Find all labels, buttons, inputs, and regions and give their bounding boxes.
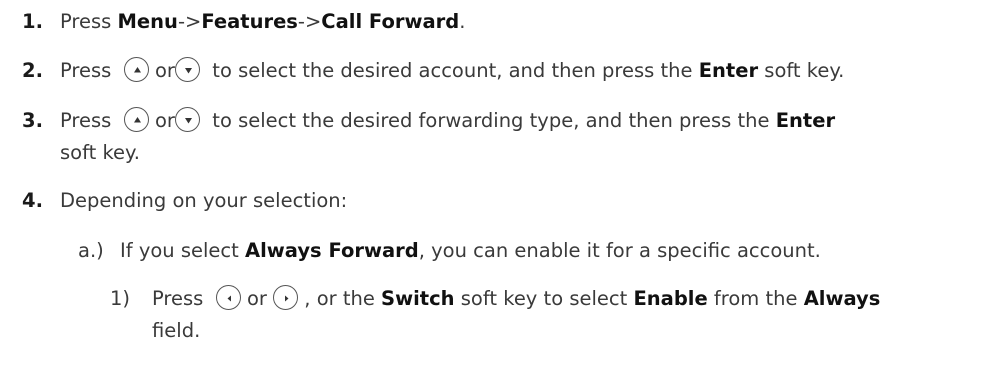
or-text: or [154, 109, 175, 132]
sub-1-label: 1) [110, 287, 131, 310]
step-3-mid: to select the desired forwarding type, a… [212, 109, 776, 132]
always-forward-label: Always Forward [244, 239, 419, 262]
sub-a-end: , you can enable it for a specific accou… [418, 239, 821, 262]
step-2-text: Press or to select the desired account, … [60, 57, 844, 85]
step-4-text: Depending on your selection: [60, 189, 348, 212]
sub-1-mid: , or the [304, 287, 382, 310]
sub-1-text: Press or , or the Switch soft key to sel… [152, 285, 880, 313]
or-text: or [246, 287, 267, 310]
call-forward-label: Call Forward [321, 10, 460, 33]
left-key-icon [215, 285, 241, 310]
step-3-pre: Press [60, 109, 112, 132]
step-3-continuation: soft key. [60, 141, 141, 164]
step-3-text: Press or to select the desired forwardin… [60, 107, 835, 135]
or-text: or [154, 59, 175, 82]
arrow-separator: -> [177, 10, 202, 33]
sub-1-mid2: soft key to select [454, 287, 634, 310]
sub-a-label: a.) [78, 239, 104, 262]
step-2-number: 2. [22, 59, 43, 82]
down-key-icon [174, 57, 200, 82]
sub-1-mid3: from the [707, 287, 804, 310]
enter-label: Enter [698, 59, 759, 82]
arrow-separator: -> [297, 10, 322, 33]
sub-a-text: If you select Always Forward, you can en… [120, 237, 821, 265]
sub-a-pre: If you select [120, 239, 245, 262]
enable-label: Enable [633, 287, 708, 310]
step-1-pre: Press [60, 10, 118, 33]
switch-label: Switch [381, 287, 455, 310]
up-key-icon [123, 107, 149, 132]
step-4-number: 4. [22, 189, 43, 212]
step-2-mid: to select the desired account, and then … [212, 59, 699, 82]
step-1-number: 1. [22, 10, 43, 33]
step-1-text: Press Menu->Features->Call Forward. [60, 8, 465, 36]
sub-1-pre: Press [152, 287, 204, 310]
step-2-end: soft key. [758, 59, 845, 82]
right-key-icon [273, 285, 299, 310]
features-label: Features [201, 10, 298, 33]
step-2-pre: Press [60, 59, 112, 82]
up-key-icon [123, 57, 149, 82]
always-label: Always [803, 287, 881, 310]
menu-label: Menu [117, 10, 178, 33]
sub-1-continuation: field. [152, 319, 201, 342]
step-3-number: 3. [22, 109, 43, 132]
down-key-icon [174, 107, 200, 132]
enter-label: Enter [775, 109, 836, 132]
period: . [459, 10, 466, 33]
